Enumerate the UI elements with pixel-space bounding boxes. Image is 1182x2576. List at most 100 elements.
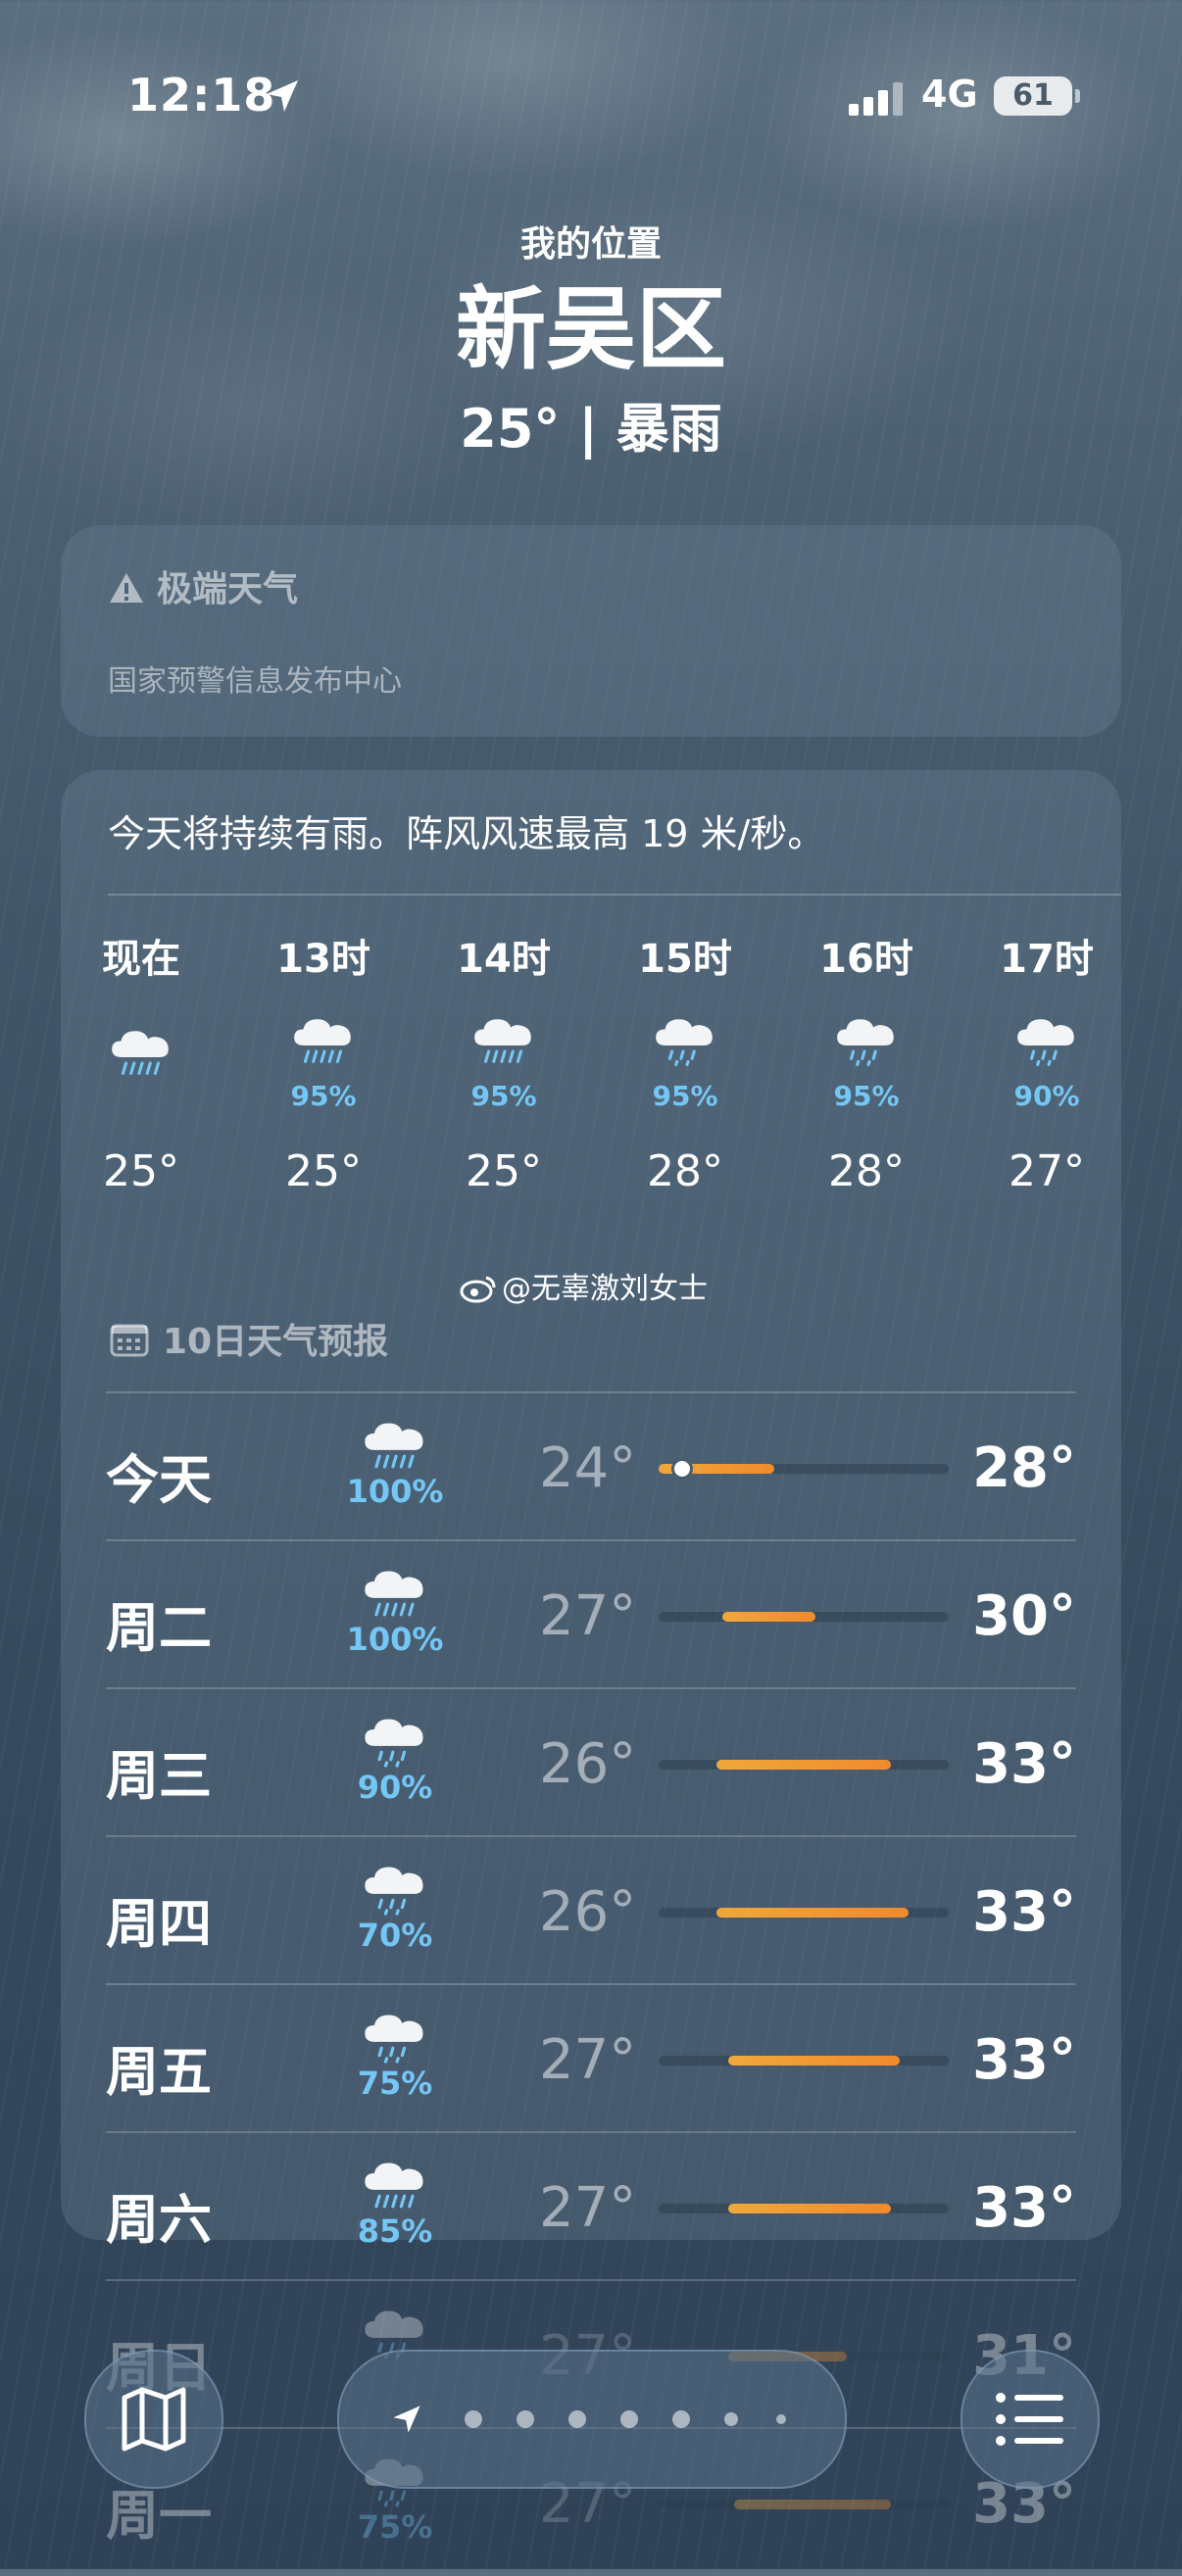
day-label: 今天 [106, 1449, 212, 1511]
ten-day-header: 10日天气预报 [110, 1313, 388, 1366]
temp-range-bar [728, 2204, 891, 2213]
city-list-button[interactable] [960, 2350, 1100, 2489]
status-time: 12:18 [127, 69, 276, 122]
hour-label: 15时 [638, 937, 732, 982]
hour-temp: 25° [466, 1146, 542, 1196]
precip-chance: 90% [357, 1769, 433, 1807]
page-dot [776, 2414, 786, 2424]
low-temp: 24° [539, 1436, 637, 1500]
hourly-item: 16时 95% 28° [798, 927, 935, 1196]
temp-range-bar [716, 1908, 909, 1918]
calendar-icon [110, 1322, 149, 1366]
page-dot [724, 2412, 738, 2426]
hour-label: 13时 [276, 937, 370, 982]
day-label: 周三 [106, 1745, 212, 1807]
hour-label: 14时 [457, 937, 551, 982]
precip-chance: 100% [346, 1473, 444, 1511]
rain-cloud-icon: 100% [341, 1563, 449, 1658]
high-temp: 28° [972, 1436, 1076, 1500]
day-row[interactable]: 周二 100% 27° 30° [106, 1541, 1076, 1688]
precip-chance: 95% [470, 1080, 537, 1112]
low-temp: 27° [539, 1584, 637, 1648]
rain-cloud-icon: 100% [341, 1415, 449, 1510]
rain-cloud-icon [616, 1011, 754, 1080]
day-row[interactable]: 周四 70% 26° 33° [106, 1837, 1076, 1984]
status-bar: 12:18 4G 61 [0, 69, 1182, 127]
precip-chance: 75% [357, 2065, 433, 2103]
heavy-rain-cloud-icon [255, 1011, 392, 1080]
map-button[interactable] [84, 2350, 223, 2489]
rain-cloud-icon: 90% [341, 1711, 449, 1806]
hour-temp: 28° [647, 1146, 723, 1196]
summary-divider [108, 894, 1121, 896]
day-row[interactable]: 今天 100% 24° 28° [106, 1393, 1076, 1540]
alert-source: 国家预警信息发布中心 [108, 664, 402, 699]
day-label: 周二 [106, 1597, 212, 1659]
city-name: 新吴区 [455, 277, 726, 382]
hourly-item: 15时 95% 28° [616, 927, 754, 1196]
day-label: 周六 [106, 2189, 212, 2251]
temp-range-track [659, 2056, 949, 2066]
page-dot [672, 2410, 690, 2428]
temp-range-track [659, 2500, 949, 2509]
location-header: 我的位置 新吴区 25° | 暴雨 [0, 216, 1182, 462]
rain-cloud-icon [978, 1011, 1115, 1080]
ten-day-title: 10日天气预报 [163, 1322, 389, 1362]
precip-chance: 95% [290, 1080, 357, 1112]
watermark: @无辜激刘女士 [459, 1264, 708, 1307]
hour-temp: 25° [285, 1146, 362, 1196]
warning-icon [108, 571, 145, 613]
precip-chance: 75% [357, 2508, 433, 2547]
day-row[interactable]: 周五 75% 27° 33° [106, 1985, 1076, 2132]
list-icon [996, 2393, 1063, 2446]
temp-range-bar [733, 2500, 891, 2509]
hourly-item: 现在 25° [73, 927, 210, 1196]
location-arrow-icon [263, 76, 302, 120]
high-temp: 30° [972, 1584, 1076, 1648]
location-page-icon [393, 2406, 420, 2433]
page-dot [465, 2410, 482, 2428]
current-temp-marker [673, 1461, 690, 1477]
location-subtitle: 我的位置 [519, 224, 662, 265]
hour-label: 16时 [819, 937, 913, 982]
precip-chance: 100% [346, 1621, 444, 1659]
rain-cloud-icon: 70% [341, 1859, 449, 1954]
alert-title-text: 极端天气 [157, 569, 299, 609]
precip-chance: 95% [833, 1080, 900, 1112]
temp-range-track [659, 1461, 949, 1477]
map-icon [122, 2387, 186, 2452]
day-row[interactable]: 周六 85% 27° 33° [106, 2133, 1076, 2280]
high-temp: 33° [972, 1732, 1076, 1796]
page-dot [568, 2410, 586, 2428]
high-temp: 33° [972, 1880, 1076, 1944]
low-temp: 26° [539, 1732, 637, 1796]
network-type: 4G [921, 73, 978, 116]
hourly-item: 17时 90% 27° [978, 927, 1115, 1196]
temp-range-bar [728, 2056, 900, 2066]
high-temp: 33° [972, 2176, 1076, 2240]
cellular-signal-icon [849, 82, 906, 120]
alert-title: 极端天气 [108, 560, 298, 613]
temp-range-track [659, 1612, 949, 1622]
severe-weather-card[interactable]: 极端天气 国家预警信息发布中心 [61, 525, 1121, 737]
day-label: 周四 [106, 1893, 212, 1955]
rain-cloud-icon [798, 1011, 935, 1080]
temp-range-track [659, 2204, 949, 2213]
hourly-item: 14时 95% 25° [435, 927, 572, 1196]
rain-cloud-icon [73, 1023, 210, 1092]
day-label: 周五 [106, 2041, 212, 2103]
hour-temp: 27° [1009, 1146, 1085, 1196]
precip-chance: 95% [652, 1080, 718, 1112]
precip-chance: 85% [357, 2212, 433, 2251]
low-temp: 27° [539, 2176, 637, 2240]
battery-icon: 61 [994, 76, 1080, 116]
page-indicator[interactable] [337, 2350, 847, 2489]
watermark-text: @无辜激刘女士 [502, 1272, 708, 1306]
precip-chance: 90% [1013, 1080, 1080, 1112]
hourly-item: 13时 95% 25° [255, 927, 392, 1196]
low-temp: 26° [539, 1880, 637, 1944]
current-conditions: 25° | 暴雨 [460, 398, 722, 461]
temp-range-track [659, 1908, 949, 1918]
day-row[interactable]: 周三 90% 26° 33° [106, 1689, 1076, 1836]
hour-label: 17时 [1000, 937, 1094, 982]
